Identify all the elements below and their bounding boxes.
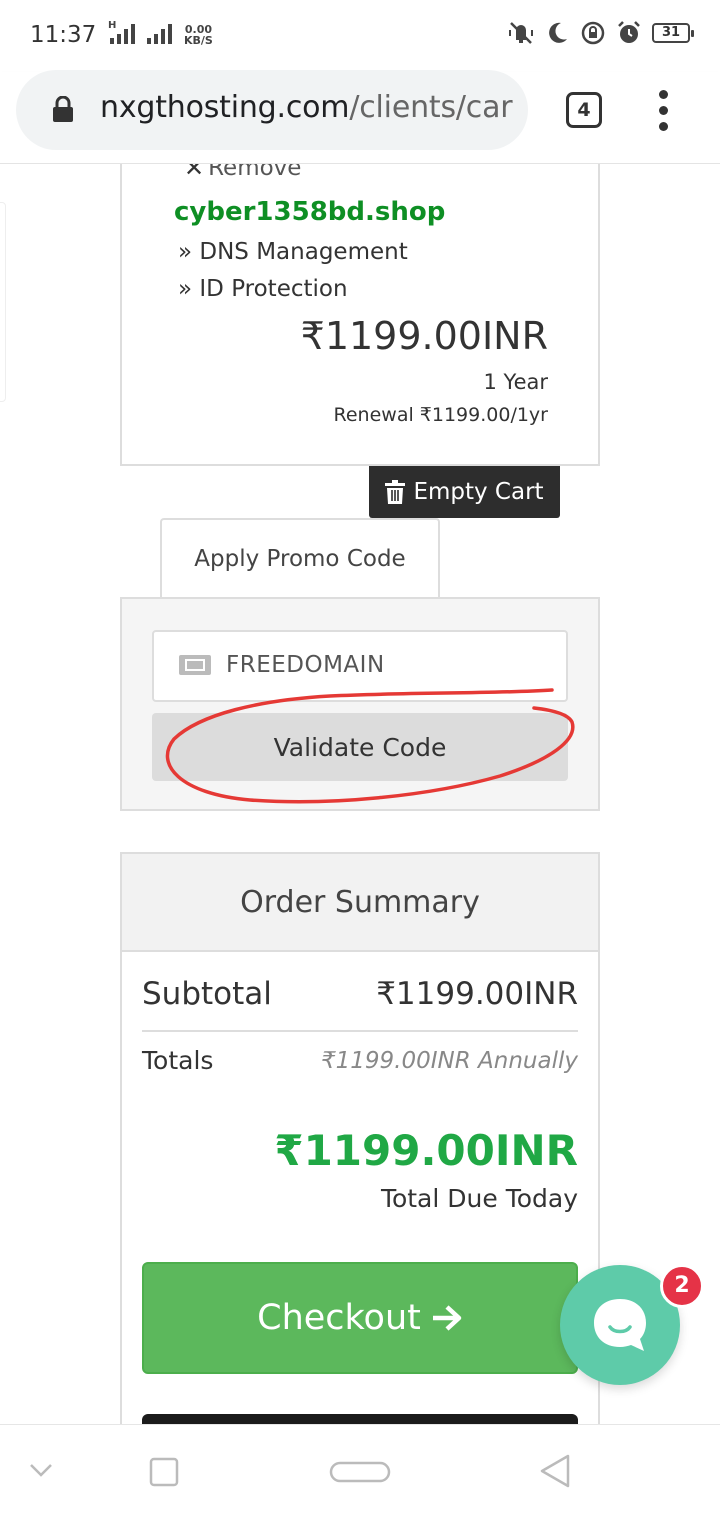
empty-cart-label: Empty Cart	[413, 479, 544, 505]
page-content: ✕ Remove cyber1358bd.shop » DNS Manageme…	[0, 164, 720, 1424]
alarm-icon	[618, 21, 640, 43]
home-icon[interactable]	[329, 1461, 391, 1483]
back-icon[interactable]	[538, 1453, 572, 1489]
totals-label: Totals	[142, 1046, 214, 1075]
more-menu-icon[interactable]	[654, 90, 674, 132]
chat-notification-badge: 2	[660, 1264, 704, 1308]
total-due-amount: ₹1199.00INR	[274, 1126, 578, 1175]
tab-switcher-button[interactable]: 4	[566, 92, 602, 128]
promo-code-value: FREEDOMAIN	[226, 652, 385, 678]
remove-link[interactable]: ✕ Remove	[184, 164, 301, 182]
checkout-label: Checkout	[257, 1298, 421, 1338]
browser-toolbar: nxgthosting.com/clients/car 4	[0, 70, 720, 164]
chevron-down-icon[interactable]	[28, 1461, 54, 1479]
rotation-lock-icon	[581, 21, 605, 45]
addon-dns: » DNS Management	[178, 239, 408, 265]
chat-bubble-icon	[594, 1299, 646, 1351]
item-price: ₹1199.00INR	[300, 314, 548, 358]
url-path: /clients/car	[349, 90, 513, 125]
validate-code-button[interactable]: Validate Code	[152, 713, 568, 781]
moon-icon	[549, 22, 567, 43]
status-bar: 11:37 H 0.00 KB/S 31	[0, 0, 720, 72]
subtotal-label: Subtotal	[142, 976, 272, 1012]
domain-name: cyber1358bd.shop	[174, 197, 446, 227]
total-due-label: Total Due Today	[380, 1184, 578, 1213]
network-speed: 0.00 KB/S	[184, 24, 213, 46]
promo-code-input[interactable]: FREEDOMAIN	[152, 630, 568, 702]
side-panel-edge	[0, 202, 6, 402]
signal-icon-2	[147, 24, 172, 44]
ticket-icon	[179, 655, 211, 675]
order-summary-title: Order Summary	[122, 854, 598, 952]
totals-value: ₹1199.00INR Annually	[321, 1048, 578, 1074]
subtotal-value: ₹1199.00INR	[376, 976, 578, 1012]
url-host: nxgthosting.com	[100, 90, 350, 125]
system-nav-bar	[0, 1424, 720, 1520]
remove-label: Remove	[208, 164, 302, 181]
cart-item: ✕ Remove cyber1358bd.shop » DNS Manageme…	[120, 164, 600, 466]
close-icon: ✕	[184, 164, 205, 182]
speed-unit: KB/S	[184, 34, 213, 47]
addon-id-protection: » ID Protection	[178, 276, 348, 302]
signal-icon	[110, 24, 135, 44]
trash-icon	[385, 480, 406, 504]
address-bar[interactable]: nxgthosting.com/clients/car	[16, 70, 528, 150]
promo-panel: FREEDOMAIN Validate Code	[120, 597, 600, 811]
battery-icon: 31	[652, 23, 694, 43]
lock-icon	[53, 96, 73, 122]
recent-apps-icon[interactable]	[149, 1457, 179, 1487]
summary-divider	[142, 1030, 578, 1032]
status-time: 11:37	[30, 22, 97, 48]
url-text[interactable]: nxgthosting.com/clients/car	[100, 90, 513, 125]
mute-vibrate-icon	[509, 22, 533, 44]
order-summary: Order Summary Subtotal ₹1199.00INR Total…	[120, 852, 600, 1424]
checkout-button[interactable]: Checkout	[142, 1262, 578, 1374]
item-term: 1 Year	[483, 370, 549, 394]
empty-cart-button[interactable]: Empty Cart	[369, 466, 560, 518]
item-renewal: Renewal ₹1199.00/1yr	[333, 404, 548, 426]
secondary-button[interactable]	[142, 1414, 578, 1424]
tab-apply-promo-code[interactable]: Apply Promo Code	[160, 518, 440, 598]
arrow-right-icon	[432, 1305, 462, 1331]
